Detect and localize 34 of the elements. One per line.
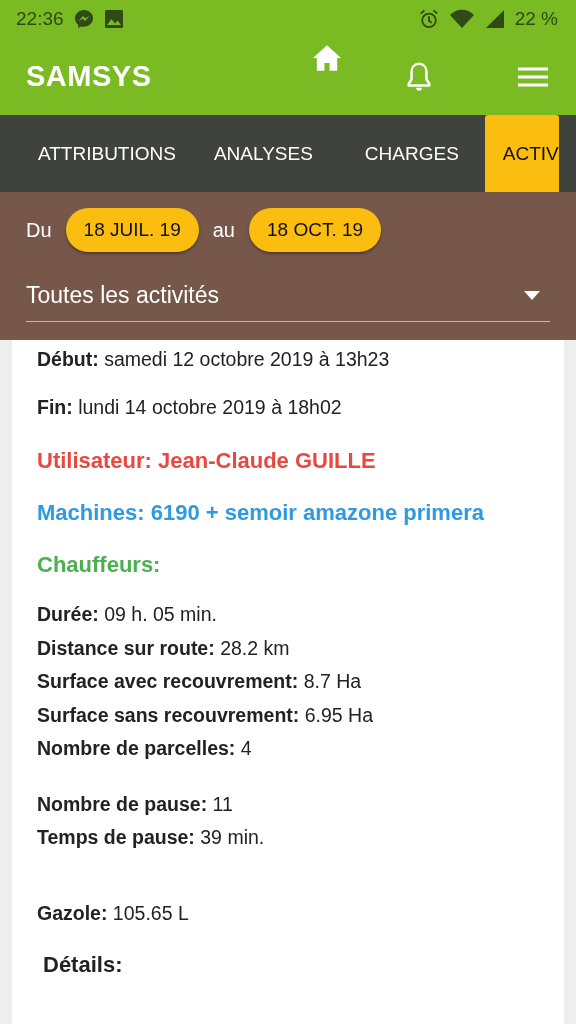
status-time: 22:36 [16, 8, 64, 30]
detail-heading: Machines: 6190 + semoir amazone primera [37, 499, 485, 527]
detail-heading: Chauffeurs: [37, 551, 162, 579]
app-title: SAMSYS [26, 60, 152, 93]
detail-field: Nombre de pause: 11 [37, 787, 539, 821]
date-chip[interactable]: 18 JUIL. 19 [65, 208, 199, 252]
messenger-icon [73, 9, 94, 29]
tab[interactable]: CHARGES [346, 115, 477, 192]
bell-icon[interactable] [405, 60, 434, 93]
detail-field: Gazole: 105.65 L [37, 896, 539, 930]
caret-icon [524, 291, 540, 300]
detail-field: Début: samedi 12 octobre 2019 à 13h23 [37, 346, 539, 372]
detail-heading: Utilisateur: Jean-Claude GUILLE [37, 447, 377, 475]
from-label: Du [26, 218, 52, 242]
detail-field: Nombre de parcelles: 4 [37, 732, 539, 766]
detail-field: Surface sans recouvrement: 6.95 Ha [37, 698, 539, 732]
detail-field: Fin: lundi 14 octobre 2019 à 18h02 [37, 394, 539, 420]
detail-field: Durée: 09 h. 05 min. [37, 598, 539, 632]
detail-field: Surface avec recouvrement: 8.7 Ha [37, 665, 539, 699]
to-label: au [212, 218, 235, 242]
alarm-icon [418, 9, 439, 29]
detail-field: Distance sur route: 28.2 km [37, 631, 539, 665]
wifi-icon [448, 9, 475, 29]
section-title: Détails: [43, 952, 124, 978]
tab[interactable]: ACTIV [484, 115, 559, 192]
detail-field: Temps de pause: 39 min. [37, 821, 539, 855]
menu-icon[interactable] [518, 65, 548, 88]
battery-level: 22 % [514, 8, 558, 30]
image-icon [103, 9, 124, 29]
date-chip[interactable]: 18 OCT. 19 [249, 208, 382, 252]
tab[interactable]: ANALYSES [195, 115, 331, 192]
tab[interactable]: ATTRIBUTIONS [20, 115, 194, 192]
activity-dropdown[interactable]: Toutes les activités [26, 274, 550, 322]
signal-icon [484, 9, 505, 29]
